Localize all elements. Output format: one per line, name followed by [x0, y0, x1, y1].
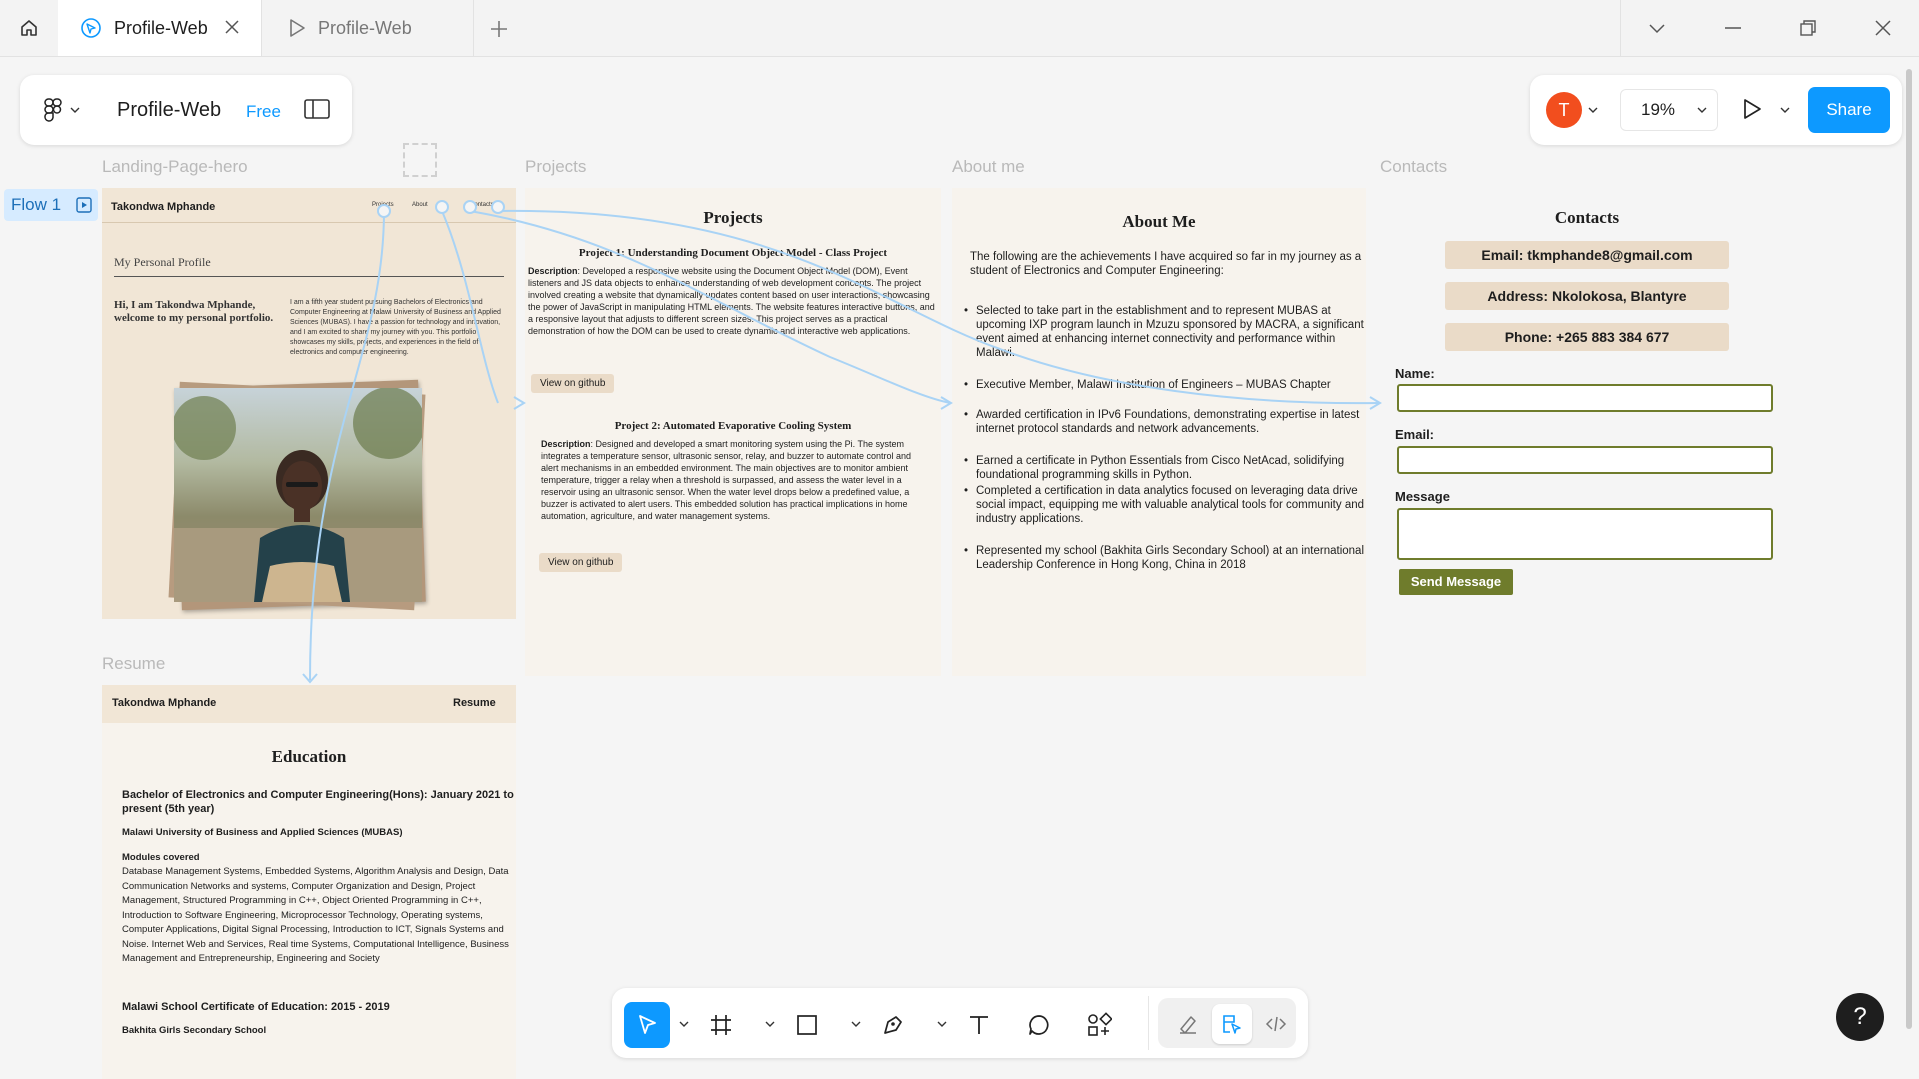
avatar[interactable]: T	[1546, 92, 1582, 128]
chevron-down-icon	[1697, 107, 1707, 113]
rectangle-icon	[797, 1015, 817, 1035]
pen-icon	[884, 1016, 902, 1034]
connector-to-resume	[309, 210, 385, 681]
text-icon	[970, 1016, 988, 1034]
text-tool[interactable]	[956, 1002, 1002, 1048]
close-window-icon[interactable]	[1870, 16, 1896, 40]
toolbar-divider	[1148, 996, 1149, 1050]
home-icon	[21, 20, 37, 36]
minimize-icon[interactable]	[1720, 16, 1746, 40]
prototype-connectors	[302, 200, 1382, 684]
shape-tool[interactable]	[784, 1002, 830, 1048]
file-panel: Profile-Web Free	[20, 75, 352, 145]
chevron-down-icon[interactable]	[678, 1018, 690, 1030]
move-icon	[639, 1015, 656, 1034]
dev-mode[interactable]	[1256, 1004, 1296, 1044]
tab-label: Profile-Web	[318, 17, 412, 38]
pen-tool[interactable]	[870, 1002, 916, 1048]
assets-tool[interactable]	[1076, 1002, 1122, 1048]
components-icon	[1088, 1012, 1112, 1036]
dev-mode-icon	[1265, 1016, 1287, 1032]
connector-node	[377, 204, 391, 218]
present-play-icon[interactable]	[1742, 98, 1762, 120]
frame-tool[interactable]	[698, 1002, 744, 1048]
prototype-icon	[1223, 1015, 1241, 1034]
chevron-down-icon[interactable]	[850, 1018, 862, 1030]
close-tab-icon[interactable]	[223, 18, 241, 41]
arrowhead	[513, 396, 526, 410]
chevron-down-icon[interactable]	[764, 1018, 776, 1030]
connector-node	[435, 200, 449, 214]
chevron-down-icon[interactable]	[1588, 106, 1598, 114]
connector-node	[463, 200, 477, 214]
design-file-icon	[80, 17, 102, 39]
plan-badge[interactable]: Free	[246, 102, 281, 122]
connector-node	[491, 200, 505, 214]
chevron-down-icon[interactable]	[1780, 106, 1790, 114]
zoom-level: 19%	[1641, 100, 1676, 119]
chevron-down-icon[interactable]	[1644, 16, 1670, 40]
chevron-down-icon	[70, 107, 80, 113]
frame-icon	[711, 1015, 731, 1035]
new-tab-button[interactable]	[486, 16, 512, 42]
connector-to-contacts	[497, 209, 1381, 405]
help-button[interactable]: ?	[1836, 993, 1884, 1041]
comment-tool[interactable]	[1016, 1002, 1062, 1048]
connector-to-projects	[441, 210, 499, 404]
draw-icon	[1180, 1016, 1196, 1034]
home-button[interactable]	[0, 0, 58, 56]
tab-bar: Profile-Web Profile-Web	[0, 0, 1919, 57]
connector-to-about	[469, 210, 951, 404]
zoom-control[interactable]: 19%	[1620, 89, 1718, 131]
draw-mode[interactable]	[1168, 1004, 1208, 1044]
vertical-scrollbar[interactable]	[1906, 69, 1912, 1029]
main-menu-button[interactable]	[44, 98, 80, 122]
comment-icon	[1029, 1015, 1049, 1035]
bottom-toolbar	[612, 988, 1308, 1058]
restore-icon[interactable]	[1795, 16, 1821, 40]
chevron-down-icon[interactable]	[936, 1018, 948, 1030]
header-right-panel: T 19% Share	[1530, 75, 1902, 145]
tab-profile-web-design[interactable]: Profile-Web	[58, 0, 262, 56]
design-canvas[interactable]: Landing-Page-hero Projects About me Cont…	[0, 57, 1919, 1079]
figma-logo-icon	[44, 98, 62, 122]
file-name[interactable]: Profile-Web	[117, 99, 221, 122]
play-icon	[288, 18, 306, 38]
divider	[1620, 0, 1621, 56]
move-tool[interactable]	[624, 1002, 670, 1048]
sidebar-toggle-icon[interactable]	[304, 99, 330, 124]
question-icon: ?	[1853, 1003, 1867, 1030]
design-mode[interactable]	[1212, 1004, 1252, 1044]
share-button[interactable]: Share	[1808, 87, 1890, 133]
plus-icon	[491, 21, 507, 37]
tab-profile-web-prototype[interactable]: Profile-Web	[262, 0, 474, 56]
tab-label: Profile-Web	[114, 17, 208, 38]
